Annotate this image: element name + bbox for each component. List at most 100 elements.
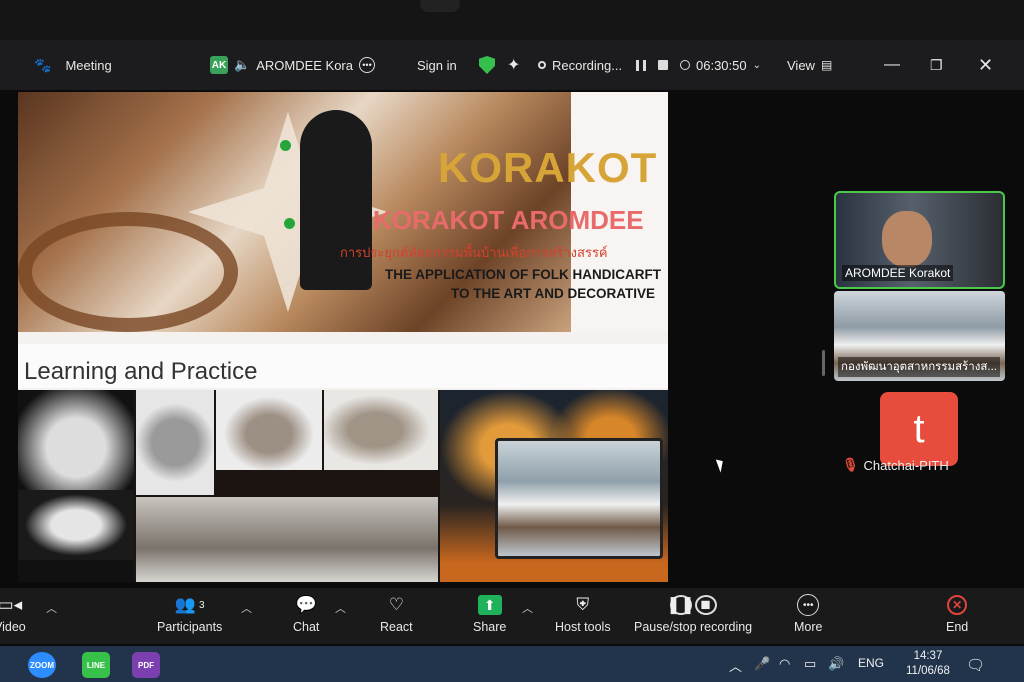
- mouse-cursor-icon: [715, 457, 727, 473]
- collage-photo: [18, 490, 134, 560]
- line-app-icon[interactable]: LINE: [82, 652, 110, 678]
- speaker-icon: 🔈: [234, 57, 251, 72]
- windows-taskbar: ZOOM LINE PDF ︿ 🎤 ◠ ▭ 🔊 ENG 14:37 11/06/…: [0, 646, 1024, 682]
- muted-mic-icon: 🎙: [842, 457, 859, 472]
- collage-photo: [136, 497, 438, 582]
- heart-icon: ♡: [388, 595, 404, 614]
- slide-english-line1: THE APPLICATION OF FOLK HANDICARFT: [385, 267, 661, 282]
- end-x-icon: ✕: [947, 595, 968, 615]
- video-button[interactable]: ▭◂ Video: [0, 594, 26, 634]
- battery-icon[interactable]: ▭: [804, 656, 816, 672]
- restore-icon[interactable]: ❐: [930, 57, 943, 74]
- participants-label: Participants: [157, 620, 223, 634]
- participant-name: กองพัฒนาอุตสาหกรรมสร้างส...: [838, 357, 1000, 377]
- paw-icon: 🐾: [34, 56, 52, 73]
- close-icon[interactable]: ✕: [978, 55, 993, 76]
- collage-photo: [324, 390, 438, 470]
- wifi-icon[interactable]: ◠: [779, 656, 790, 672]
- participant-name: Chatchai-PITH: [863, 457, 949, 473]
- video-camera-icon: ▭◂: [0, 595, 23, 614]
- meeting-controls: ▭◂ Video ︿ 👥3 Participants ︿ 💬 Chat ︿ ♡ …: [0, 588, 1024, 644]
- chat-options-chevron-icon[interactable]: ︿: [335, 600, 346, 616]
- slide-thai-subtitle: การประยุกต์หัตถกรรมพื้นบ้านเพื่อการสร้าง…: [340, 245, 608, 260]
- view-label: View: [787, 57, 815, 73]
- more-options-icon[interactable]: •••: [359, 57, 375, 73]
- chevron-up-icon[interactable]: ︿: [729, 656, 742, 675]
- slide-title-name: KORAKOT AROMDEE: [373, 205, 644, 235]
- view-menu[interactable]: View ▤: [787, 58, 832, 73]
- participants-icon: 👥 3: [174, 595, 205, 614]
- participants-options-chevron-icon[interactable]: ︿: [241, 600, 252, 616]
- participant-name-row: 🎙 Chatchai-PITH: [842, 457, 949, 473]
- more-label: More: [794, 620, 823, 634]
- react-button[interactable]: ♡ React: [380, 594, 413, 634]
- notification-icon[interactable]: 🗨: [966, 656, 985, 674]
- sign-in-link[interactable]: Sign in: [417, 58, 457, 73]
- end-button[interactable]: ✕ End: [946, 594, 968, 634]
- chat-bubble-icon: 💬: [295, 595, 317, 614]
- timer-value: 06:30:50: [696, 57, 747, 73]
- react-label: React: [380, 620, 413, 634]
- collage-photo: [216, 390, 322, 470]
- video-label: Video: [0, 620, 26, 634]
- share-button[interactable]: ⬆ Share: [473, 594, 506, 634]
- share-arrow-icon: ⬆: [477, 595, 502, 615]
- sign-in-label: Sign in: [417, 57, 457, 73]
- clock-date: 11/06/68: [906, 665, 950, 677]
- participant-name: AROMDEE Korakot: [842, 265, 954, 281]
- clock-time: 14:37: [913, 650, 943, 662]
- slide-english-line2: TO THE ART AND DECORATIVE: [451, 286, 656, 301]
- grid-view-icon: ▤: [820, 58, 833, 72]
- participant-face: [882, 211, 932, 267]
- host-avatar: AK: [210, 56, 228, 74]
- video-options-chevron-icon[interactable]: ︿: [46, 600, 57, 616]
- meeting-timer[interactable]: 06:30:50 ⌄: [680, 58, 761, 73]
- zoom-app-icon[interactable]: ZOOM: [28, 652, 56, 678]
- panel-resize-handle[interactable]: [822, 350, 825, 376]
- meeting-label: Meeting: [65, 57, 112, 73]
- participant-video-tile[interactable]: กองพัฒนาอุตสาหกรรมสร้างส...: [834, 291, 1005, 381]
- pause-icon[interactable]: [636, 59, 647, 71]
- slide-title-main: KORAKOT: [438, 144, 658, 191]
- host-tools-button[interactable]: ⛨ Host tools: [555, 594, 611, 634]
- chevron-down-icon: ⌄: [752, 59, 761, 71]
- section-heading: Learning and Practice: [24, 358, 258, 385]
- share-label: Share: [473, 620, 507, 634]
- recording-label: Recording...: [552, 57, 623, 73]
- collage-photo: [136, 390, 214, 495]
- participant-video-tile[interactable]: AROMDEE Korakot: [834, 191, 1005, 289]
- host-name: AROMDEE Kora: [256, 57, 353, 73]
- webcam: [420, 0, 460, 12]
- more-button[interactable]: ••• More: [794, 594, 822, 634]
- pause-stop-icon: ❚❚ ■: [666, 594, 717, 616]
- volume-icon[interactable]: 🔊: [828, 656, 844, 672]
- annotation-dot: [284, 218, 295, 229]
- shared-screen-slide: KORAKOT KORAKOT AROMDEE การประยุกต์หัตถก…: [18, 92, 668, 582]
- clock-icon: [680, 60, 690, 70]
- chat-label: Chat: [293, 620, 320, 634]
- pause-stop-recording-button[interactable]: ❚❚ ■ Pause/stop recording: [634, 594, 752, 634]
- recording-status[interactable]: Recording...: [538, 57, 669, 73]
- participant-avatar-tile[interactable]: t: [880, 392, 958, 466]
- more-dots-icon: •••: [797, 594, 820, 616]
- host-tools-label: Host tools: [555, 620, 611, 634]
- microphone-icon[interactable]: 🎤: [754, 656, 770, 672]
- stop-icon[interactable]: [658, 60, 669, 70]
- participant-count: 3: [198, 599, 205, 611]
- pdf-app-icon[interactable]: PDF: [132, 652, 160, 678]
- share-options-chevron-icon[interactable]: ︿: [522, 600, 533, 616]
- meeting-menu[interactable]: 🐾 Meeting: [34, 57, 112, 74]
- sparkle-icon[interactable]: ✦: [507, 55, 520, 75]
- minimize-icon[interactable]: —: [884, 56, 900, 74]
- artist-figure: [300, 110, 372, 290]
- meeting-room-inset-photo: [495, 438, 663, 559]
- chat-button[interactable]: 💬 Chat: [293, 594, 319, 634]
- participants-button[interactable]: 👥 3 Participants: [157, 594, 222, 634]
- pause-stop-label: Pause/stop recording: [634, 620, 753, 634]
- host-indicator[interactable]: AK 🔈 AROMDEE Kora •••: [210, 56, 375, 74]
- language-indicator[interactable]: ENG: [858, 656, 884, 670]
- shield-icon: ⛨: [576, 595, 590, 614]
- rattan-coil-shape: [18, 212, 238, 332]
- security-shield-icon[interactable]: [479, 56, 495, 74]
- system-clock[interactable]: 14:37 11/06/68: [906, 649, 950, 679]
